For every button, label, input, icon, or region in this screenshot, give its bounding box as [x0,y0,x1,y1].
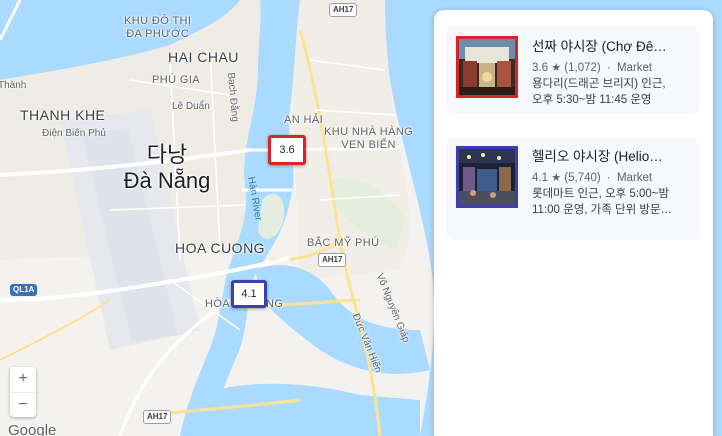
map-label-khu-do-thi-line1: KHU ĐÔ THỊ [124,15,192,27]
night-market-photo-icon [459,39,515,95]
road-shield-ql1a: QL1A [10,284,38,296]
result-card-1[interactable]: 선짜 야시장 (Chợ Đê… 3.6 ★ (1,072) · Market 용… [446,26,700,114]
map-pin-market-1[interactable]: 3.6 [268,135,306,165]
map-label-khu-nha-hang: KHU NHÀ HÀNG VEN BIỂN [324,126,413,152]
map-label-khu-do-thi: KHU ĐÔ THỊ ĐA PHƯỚC [124,15,191,41]
map-label-hoa-cuong: HOA CUONG [175,240,266,256]
map-pin-rating: 4.1 [241,288,257,300]
result-meta: 4.1 ★ (5,740) · Market [532,170,692,186]
map-label-bac-my-phu: BẮC MỸ PHÚ [307,237,380,249]
meta-separator: · [606,62,611,74]
map-label-city: 다낭 Đà Nẵng [112,142,222,194]
result-category: Market [616,172,653,184]
map-label-hoa-left: HÒA [205,298,231,310]
result-rating: 3.6 [532,62,548,74]
results-panel: 선짜 야시장 (Chợ Đê… 3.6 ★ (1,072) · Market 용… [434,10,713,436]
road-shield-ah17: AH17 [318,253,347,267]
star-icon: ★ [551,172,562,184]
map-label-hoa-right: NG [266,298,284,310]
map-label-thanh-khe: THANH KHE [20,107,106,123]
map-pin-market-2[interactable]: 4.1 [231,280,267,308]
road-shield-ah17: AH17 [329,3,358,17]
map-pin-rating: 3.6 [279,144,295,156]
map-label-khu-nha-hang-line2: VEN BIỂN [341,139,396,151]
star-icon: ★ [551,62,562,74]
result-thumbnail[interactable] [456,146,518,208]
result-title[interactable]: 헬리오 야시장 (Helio… [532,148,692,166]
result-info: 헬리오 야시장 (Helio… 4.1 ★ (5,740) · Market 롯… [532,148,692,218]
result-card-2[interactable]: 헬리오 야시장 (Helio… 4.1 ★ (5,740) · Market 롯… [446,138,700,240]
map-label-le-duan: Lê Duẩn [172,101,210,112]
map-label-dien-bien-phu: Điện Biên Phủ [42,128,106,139]
night-market-photo-icon [459,149,515,205]
map-label-city-korean: 다낭 [146,142,188,167]
result-info: 선짜 야시장 (Chợ Đê… 3.6 ★ (1,072) · Market 용… [532,38,692,108]
map-label-khu-do-thi-line2: ĐA PHƯỚC [126,28,190,40]
zoom-out-button[interactable]: − [10,391,36,418]
result-review-count: (1,072) [564,62,601,74]
result-description-line1: 롯데마트 인근, 오후 5:00~밤 [532,188,670,200]
result-category: Market [616,62,653,74]
result-thumbnail[interactable] [456,36,518,98]
result-rating: 4.1 [532,172,548,184]
result-meta: 3.6 ★ (1,072) · Market [532,60,692,76]
result-title[interactable]: 선짜 야시장 (Chợ Đê… [532,38,692,56]
map-label-khu-nha-hang-line1: KHU NHÀ HÀNG [324,126,414,138]
result-description-line2: 오후 5:30~밤 11:45 운영 [532,94,652,106]
road-shield-ah17: AH17 [143,410,172,424]
zoom-control: + − [10,367,36,417]
map-label-city-vietnamese: Đà Nẵng [123,168,211,193]
map-label-hai-chau: HAI CHAU [168,49,239,65]
meta-separator: · [606,172,611,184]
result-description-line2: 11:00 운영, 가족 단위 방문… [532,204,673,216]
map-label-thanh: Thành [0,80,27,91]
google-attribution: Google [8,422,57,436]
map-label-phu-gia: PHÚ GIA [152,74,201,86]
result-description-line1: 용다리(드래곤 브리지) 인근, [532,78,666,90]
zoom-in-button[interactable]: + [10,367,36,392]
result-review-count: (5,740) [564,172,601,184]
map-label-an-hai: AN HẢI [284,114,324,126]
